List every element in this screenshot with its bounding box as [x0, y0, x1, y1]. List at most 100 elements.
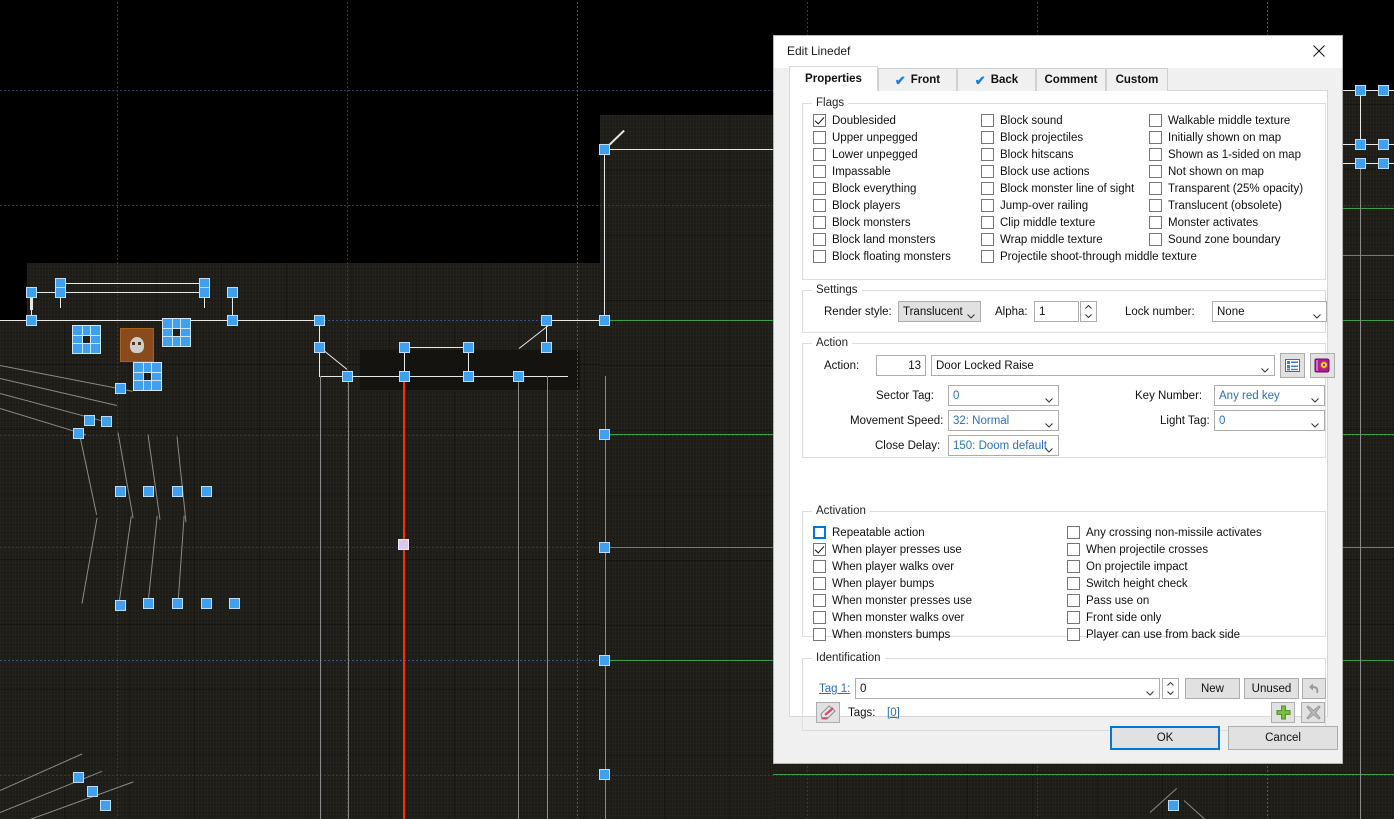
highlighted-vertex[interactable]: [398, 539, 409, 550]
linedef[interactable]: [518, 376, 519, 819]
flag-checkbox-col2-8[interactable]: Projectile shoot-through middle texture: [981, 250, 1197, 263]
flag-checkbox-col3-1[interactable]: Initially shown on map: [1149, 131, 1281, 144]
undo-arrow-icon[interactable]: [1302, 678, 1326, 699]
activation-checkbox-col2-4[interactable]: Pass use on: [1067, 594, 1149, 607]
checkbox-icon[interactable]: [981, 233, 994, 246]
vertex[interactable]: [84, 415, 95, 426]
vertex[interactable]: [227, 287, 238, 298]
checkbox-icon[interactable]: [813, 577, 826, 590]
linedef[interactable]: [605, 376, 606, 819]
vertex[interactable]: [1355, 85, 1366, 96]
activation-checkbox-col1-4[interactable]: When monster presses use: [813, 594, 972, 607]
checkbox-icon[interactable]: [1067, 594, 1080, 607]
checkbox-icon[interactable]: [981, 199, 994, 212]
render-style-select[interactable]: Translucent: [898, 301, 981, 322]
vertex[interactable]: [115, 486, 126, 497]
vertex[interactable]: [599, 769, 610, 780]
activation-checkbox-col1-2[interactable]: When player walks over: [813, 560, 954, 573]
flag-checkbox-col1-8[interactable]: Block floating monsters: [813, 250, 951, 263]
linedef-sector[interactable]: [1343, 320, 1394, 321]
checkbox-icon[interactable]: [813, 560, 826, 573]
flag-checkbox-col2-1[interactable]: Block projectiles: [981, 131, 1083, 144]
checkbox-icon[interactable]: [1149, 114, 1162, 127]
flag-checkbox-col1-4[interactable]: Block everything: [813, 182, 916, 195]
checkbox-icon[interactable]: [981, 182, 994, 195]
vertex[interactable]: [541, 315, 552, 326]
flag-checkbox-col2-0[interactable]: Block sound: [981, 114, 1063, 127]
vertex[interactable]: [541, 342, 552, 353]
vertex[interactable]: [314, 342, 325, 353]
checkbox-icon[interactable]: [1149, 216, 1162, 229]
checkbox-icon[interactable]: [1149, 233, 1162, 246]
checkbox-icon[interactable]: [981, 250, 994, 263]
linedef[interactable]: [546, 320, 606, 321]
flag-checkbox-col3-4[interactable]: Transparent (25% opacity): [1149, 182, 1303, 195]
linedef[interactable]: [1360, 163, 1361, 819]
map-thing[interactable]: [133, 362, 162, 391]
sector-tag-select[interactable]: 0: [948, 385, 1059, 406]
linedef[interactable]: [320, 376, 321, 819]
action-number-input[interactable]: 13: [876, 355, 926, 376]
activation-checkbox-col2-6[interactable]: Player can use from back side: [1067, 628, 1240, 641]
tab-comment[interactable]: Comment: [1036, 68, 1106, 91]
flag-checkbox-col1-5[interactable]: Block players: [813, 199, 900, 212]
vertex[interactable]: [115, 600, 126, 611]
checkbox-icon[interactable]: [813, 216, 826, 229]
flag-checkbox-col2-3[interactable]: Block use actions: [981, 165, 1090, 178]
flag-checkbox-col1-2[interactable]: Lower unpegged: [813, 148, 918, 161]
vertex[interactable]: [201, 486, 212, 497]
stepper-up-icon[interactable]: [1081, 302, 1096, 312]
map-thing[interactable]: [72, 325, 101, 354]
checkbox-icon[interactable]: [813, 199, 826, 212]
linedef[interactable]: [60, 283, 205, 284]
linedef[interactable]: [604, 149, 782, 150]
activation-checkbox-col2-5[interactable]: Front side only: [1067, 611, 1161, 624]
flag-checkbox-col3-2[interactable]: Shown as 1-sided on map: [1149, 148, 1301, 161]
flag-checkbox-col2-7[interactable]: Wrap middle texture: [981, 233, 1103, 246]
linedef-sector[interactable]: [605, 320, 780, 321]
tab-front[interactable]: ✔ Front: [878, 68, 957, 91]
checkbox-icon[interactable]: [1149, 165, 1162, 178]
flag-checkbox-col1-7[interactable]: Block land monsters: [813, 233, 936, 246]
flag-checkbox-col1-3[interactable]: Impassable: [813, 165, 891, 178]
tag1-stepper[interactable]: [1162, 678, 1179, 699]
stepper-up-icon[interactable]: [1163, 679, 1178, 689]
light-tag-select[interactable]: 0: [1214, 410, 1325, 431]
linedef-sector[interactable]: [605, 660, 780, 661]
vertex[interactable]: [1378, 139, 1389, 150]
vertex[interactable]: [342, 371, 353, 382]
checkbox-icon[interactable]: [1149, 199, 1162, 212]
vertex[interactable]: [513, 371, 524, 382]
checkbox-icon[interactable]: [981, 148, 994, 161]
linedef-sector[interactable]: [605, 547, 780, 548]
checkbox-icon[interactable]: [813, 250, 826, 263]
flag-checkbox-col3-0[interactable]: Walkable middle texture: [1149, 114, 1290, 127]
checkbox-icon[interactable]: [981, 131, 994, 144]
flag-checkbox-col1-0[interactable]: Doublesided: [813, 114, 896, 127]
activation-checkbox-col2-0[interactable]: Any crossing non-missile activates: [1067, 526, 1262, 539]
new-tag-button[interactable]: New: [1185, 678, 1240, 699]
checkbox-icon[interactable]: [1149, 148, 1162, 161]
flag-checkbox-col2-4[interactable]: Block monster line of sight: [981, 182, 1134, 195]
vertex[interactable]: [1355, 158, 1366, 169]
cancel-button[interactable]: Cancel: [1228, 726, 1338, 750]
vertex[interactable]: [73, 428, 84, 439]
activation-checkbox-col1-5[interactable]: When monster walks over: [813, 611, 964, 624]
stepper-down-icon[interactable]: [1163, 689, 1178, 699]
selected-linedef[interactable]: [403, 376, 405, 819]
vertex[interactable]: [201, 598, 212, 609]
vertex[interactable]: [199, 287, 210, 298]
vertex[interactable]: [399, 342, 410, 353]
vertex[interactable]: [26, 315, 37, 326]
flag-checkbox-col3-7[interactable]: Sound zone boundary: [1149, 233, 1281, 246]
vertex[interactable]: [599, 542, 610, 553]
checkbox-icon[interactable]: [981, 216, 994, 229]
ok-button[interactable]: OK: [1110, 726, 1220, 750]
flag-checkbox-col3-6[interactable]: Monster activates: [1149, 216, 1258, 229]
checkbox-icon[interactable]: [981, 165, 994, 178]
close-icon[interactable]: [1297, 36, 1342, 67]
checkbox-icon[interactable]: [813, 182, 826, 195]
vertex[interactable]: [227, 315, 238, 326]
checkbox-icon[interactable]: [813, 543, 826, 556]
flag-checkbox-col1-1[interactable]: Upper unpegged: [813, 131, 918, 144]
